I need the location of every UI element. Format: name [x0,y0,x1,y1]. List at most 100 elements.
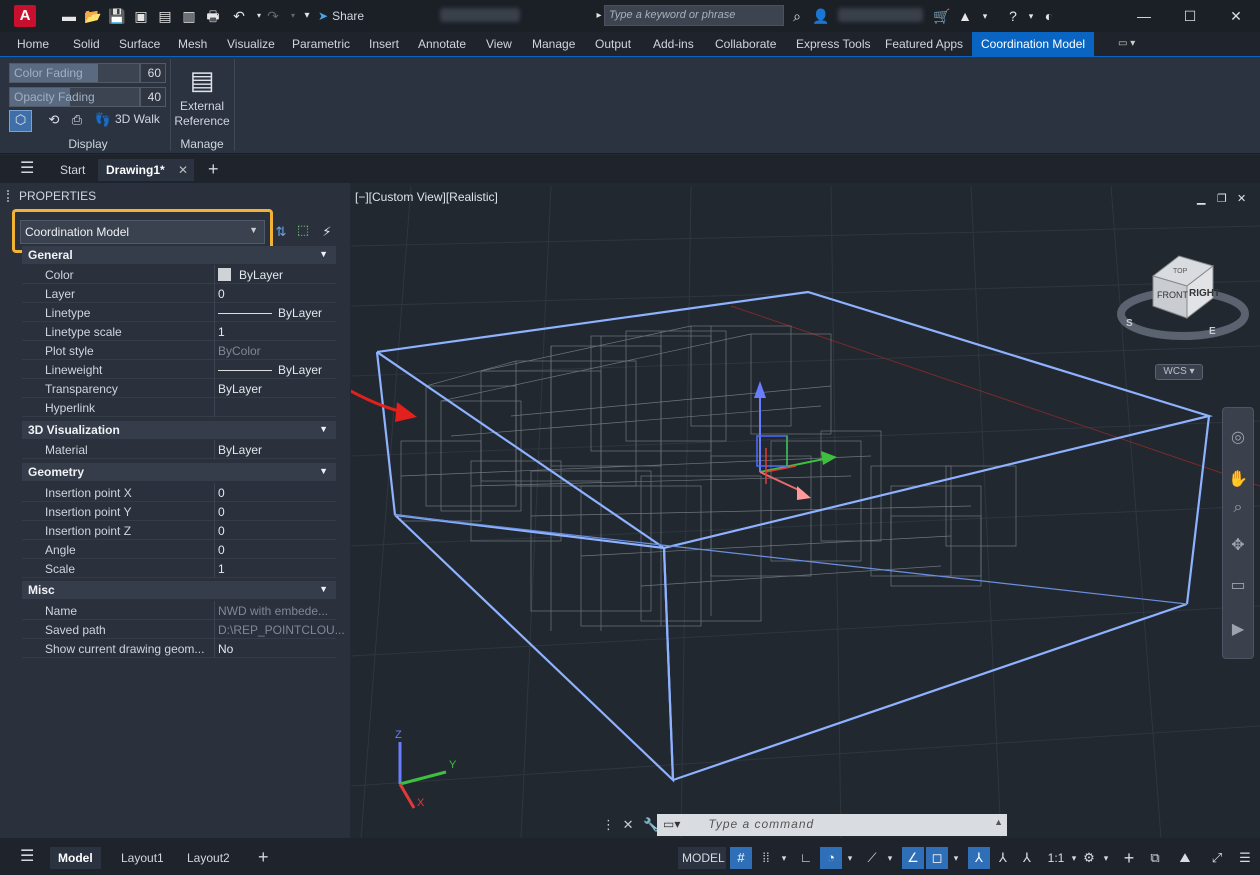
viewport-close-icon[interactable]: ✕ [1237,192,1246,205]
showmotion-icon[interactable]: ▭ [1228,576,1248,596]
collapse-icon[interactable]: ▼ [319,584,328,594]
prop-row[interactable]: Plot style ByColor [22,341,336,360]
maximize-button[interactable]: ☐ [1178,6,1202,26]
minimize-button[interactable]: — [1132,6,1156,26]
prop-row[interactable]: Angle 0 [22,540,336,559]
tab-solid[interactable]: Solid [67,32,106,56]
tab-coordination-model[interactable]: Coordination Model [972,32,1095,56]
section-geometry[interactable]: Geometry ▼ [22,463,336,481]
tab-drawing1[interactable]: Drawing1* ✕ [98,159,194,181]
tab-home[interactable]: Home [11,32,55,56]
viewport-restore-icon[interactable]: ❐ [1217,192,1227,205]
object-snap-dropdown-icon[interactable]: ▾ [950,847,962,869]
tab-surface[interactable]: Surface [113,32,166,56]
prop-row[interactable]: Layer 0 [22,284,336,303]
autodesk-app-icon[interactable]: ▲ [956,7,974,25]
polar-dropdown-icon[interactable]: ▾ [844,847,856,869]
palette-grip[interactable] [7,190,11,202]
prop-row[interactable]: Name NWD with embede... [22,601,336,620]
save-web-icon[interactable]: ▥ [180,7,198,25]
play-icon[interactable]: ▶ [1228,620,1248,640]
tab-visualize[interactable]: Visualize [221,32,281,56]
object-type-select[interactable]: Coordination Model ▼ [20,220,265,244]
isodraft-icon[interactable]: ⟋ [862,847,882,869]
app-dropdown-icon[interactable]: ▾ [976,7,994,25]
isolate-objects-icon[interactable]: ⧉ [1144,847,1166,869]
viewport-minimize-icon[interactable]: ▁ [1197,192,1205,205]
snap-icon[interactable]: ⁞⁞ [756,847,776,869]
command-grip-icon[interactable]: ⋮ [602,817,615,832]
tab-start[interactable]: Start [52,159,93,181]
prop-row[interactable]: Saved path D:\REP_POINTCLOU... [22,620,345,639]
tab-insert[interactable]: Insert [363,32,405,56]
camera-icon[interactable]: ⎙ [68,111,86,129]
prop-row[interactable]: Hyperlink [22,398,336,417]
color-fading-slider[interactable]: Color Fading [9,63,140,83]
section-general[interactable]: General ▼ [22,246,336,264]
isodraft-dropdown-icon[interactable]: ▾ [884,847,896,869]
feedback-icon[interactable]: ◐ [1040,7,1058,25]
model-space-button[interactable]: MODEL [678,847,726,869]
customization-menu-icon[interactable]: ☰ [1234,847,1256,869]
prop-row[interactable]: Color ByLayer [22,265,336,284]
save-as-icon[interactable]: ▣ [132,7,150,25]
tab-collaborate[interactable]: Collaborate [709,32,782,56]
prop-row[interactable]: Insertion point X0 [22,483,336,502]
tab-model[interactable]: Model [50,847,101,869]
layout-menu-icon[interactable]: ☰ [12,847,42,869]
prop-row[interactable]: Linetype ByLayer [22,303,336,322]
tab-add-ins[interactable]: Add-ins [647,32,700,56]
drawing-viewport[interactable]: Z Y X FRONT RIGHT TOP S E [−][Custom Vie… [351,186,1260,838]
tab-express-tools[interactable]: Express Tools [790,32,876,56]
tab-output[interactable]: Output [589,32,637,56]
prop-row[interactable]: Transparency ByLayer [22,379,336,398]
tab-manage[interactable]: Manage [526,32,581,56]
tab-parametric[interactable]: Parametric [286,32,356,56]
cube-view-icon[interactable]: ⬡ [9,110,32,132]
workspace-dropdown-icon[interactable]: ▾ [1100,847,1112,869]
customize-qat-icon[interactable]: ▾ [298,7,316,25]
object-snap-tracking-icon[interactable]: ∠ [902,847,924,869]
select-objects-icon[interactable]: ⬚ [294,221,312,239]
close-tab-icon[interactable]: ✕ [178,159,188,181]
tab-layout1[interactable]: Layout1 [113,847,172,869]
prop-row[interactable]: Lineweight ByLayer [22,360,336,379]
prop-row[interactable]: Insertion point Z0 [22,521,336,540]
share-button[interactable]: ➤ Share [318,6,364,26]
tab-layout2[interactable]: Layout2 [179,847,238,869]
cart-icon[interactable]: 🛒 [933,7,951,25]
tab-mesh[interactable]: Mesh [172,32,213,56]
color-fading-value[interactable]: 60 [140,63,166,83]
tab-featured-apps[interactable]: Featured Apps [879,32,969,56]
command-prompt-icon[interactable]: ▭▾ [663,817,680,831]
help-dropdown-icon[interactable]: ▾ [1022,7,1040,25]
section-3d-visualization[interactable]: 3D Visualization ▼ [22,421,336,439]
help-icon[interactable]: ? [1004,7,1022,25]
collapse-icon[interactable]: ▼ [319,249,328,259]
steering-wheel-icon[interactable]: ◎ [1228,428,1248,448]
quick-select-icon[interactable]: ⚡ [318,223,336,241]
ribbon-minimize-icon[interactable]: ▭ ▾ [1112,32,1141,56]
viewport-canvas[interactable]: Z Y X FRONT RIGHT TOP S E [351,186,1260,838]
search-icon[interactable]: ⌕ [788,7,806,25]
zoom-icon[interactable]: ⌕ [1228,498,1248,518]
external-reference-line1[interactable]: External [172,99,232,113]
command-history-icon[interactable]: ▲ [994,817,1003,827]
app-menu-button[interactable]: A [14,5,36,27]
prop-row[interactable]: Linetype scale 1 [22,322,336,341]
tab-annotate[interactable]: Annotate [412,32,472,56]
snap-dropdown-icon[interactable]: ▾ [778,847,790,869]
annotation-monitor-icon[interactable]: + [1118,847,1140,869]
prop-row[interactable]: Material ByLayer [22,440,336,459]
close-button[interactable]: ✕ [1224,6,1248,26]
annotation-visibility-icon[interactable]: ⅄ [968,847,990,869]
plot-icon[interactable]: 🖶 [204,7,222,25]
prop-row[interactable]: Scale 1 [22,559,336,578]
toggle-pickadd-icon[interactable]: ⇅ [272,223,290,241]
orbit-icon[interactable]: ⟲ [45,111,63,129]
walk-icon[interactable]: 👣 [94,111,112,129]
new-icon[interactable]: ▬ [60,7,78,25]
command-close-icon[interactable]: ✕ [623,817,634,832]
redo-icon[interactable]: ↷ [264,7,282,25]
auto-scale-icon[interactable]: ⅄ [992,847,1014,869]
